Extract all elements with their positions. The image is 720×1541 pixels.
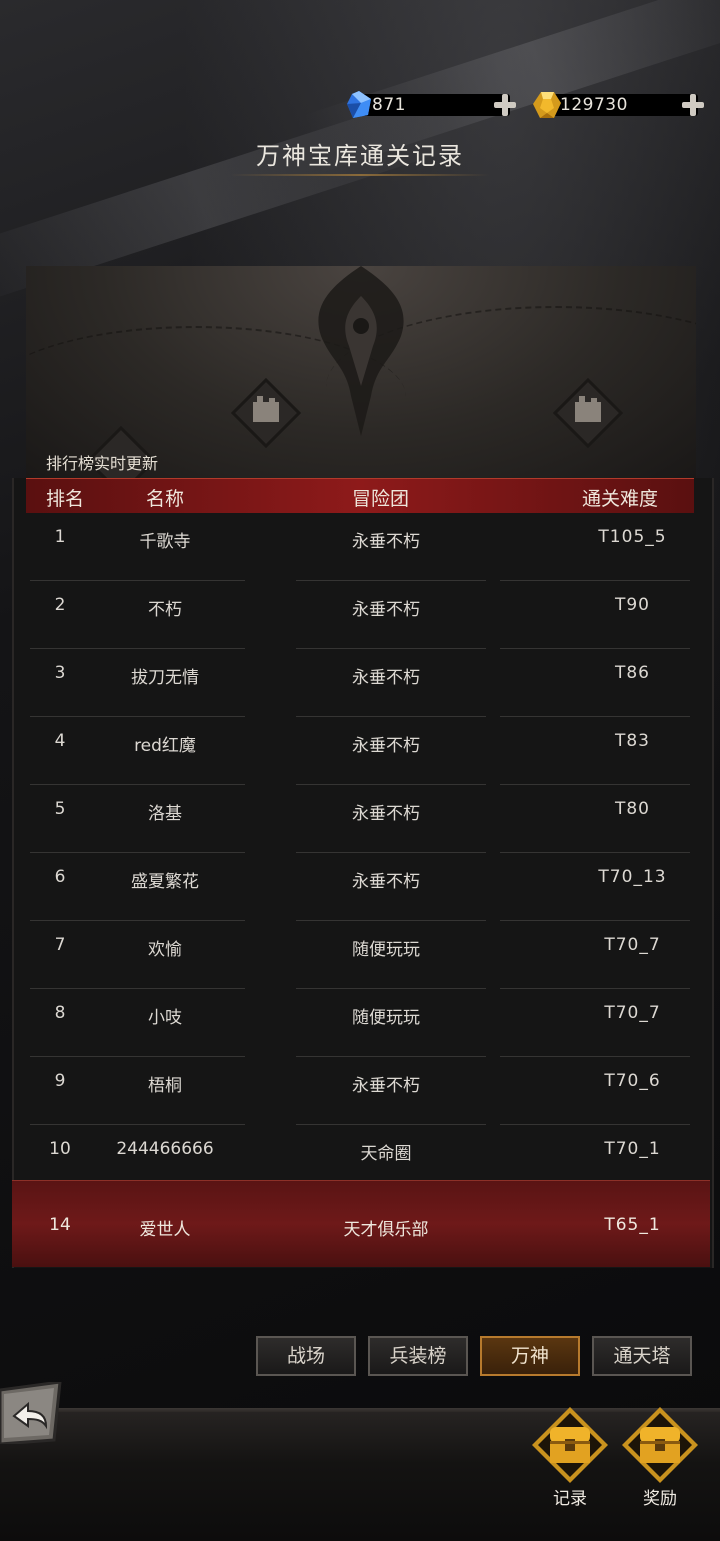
guild-cell: 天命圈 [360,1144,412,1164]
header-rank: 排名 [46,488,85,510]
tab-battlefield[interactable]: 战场 [256,1336,356,1376]
rank-cell: 2 [54,595,66,615]
table-row: 4 red红魔 永垂不朽 T83 [30,717,690,785]
rank-cell: 5 [54,799,66,819]
shrine-icon [231,378,301,448]
difficulty-cell: T105_5 [598,527,667,547]
table-row: 7 欢愉 随便玩玩 T70_7 [30,921,690,989]
reward-label: 奖励 [643,1489,677,1509]
ornament-crest [318,266,404,436]
tab-equipment-rank[interactable]: 兵装榜 [368,1336,468,1376]
rank-cell: 7 [54,935,66,955]
rank-cell: 4 [54,731,66,751]
treasure-chest-icon[interactable] [530,1405,610,1485]
rank-cell: 6 [54,867,66,887]
name-cell: 洛基 [148,804,182,824]
guild-cell: 永垂不朽 [352,736,420,756]
guild-cell: 永垂不朽 [352,668,420,688]
treasure-chest-icon[interactable] [620,1405,700,1485]
my-difficulty: T65_1 [604,1215,661,1235]
difficulty-cell: T86 [614,663,651,683]
header-name: 名称 [146,488,185,510]
difficulty-cell: T70_1 [604,1139,661,1159]
my-name: 爱世人 [139,1220,191,1240]
table-header: 排名 名称 冒险团 通关难度 [26,478,694,513]
my-guild: 天才俱乐部 [343,1220,429,1240]
guild-cell: 永垂不朽 [352,804,420,824]
table-row: 2 不朽 永垂不朽 T90 [30,581,690,649]
name-cell: 不朽 [148,600,182,620]
guild-cell: 永垂不朽 [352,600,420,620]
table-row: 5 洛基 永垂不朽 T80 [30,785,690,853]
header-difficulty: 通关难度 [582,488,659,510]
my-rank: 14 [49,1215,71,1235]
bottom-bar [0,1412,720,1541]
guild-cell: 随便玩玩 [352,940,420,960]
gem-counter: 871 [344,90,520,120]
rank-cell: 1 [54,527,66,547]
rank-cell: 10 [49,1139,71,1159]
table-row: 6 盛夏繁花 永垂不朽 T70_13 [30,853,690,921]
gold-crystal-icon [533,92,561,118]
header-guild: 冒险团 [352,488,410,510]
back-arrow-icon[interactable] [0,1382,64,1444]
leaderboard-subtitle: 排行榜实时更新 [46,454,159,473]
tab-tower[interactable]: 通天塔 [592,1336,692,1376]
difficulty-cell: T70_7 [604,1003,661,1023]
name-cell: 梧桐 [148,1076,182,1096]
name-cell: red红魔 [134,736,196,756]
add-gold-button[interactable] [680,92,706,118]
name-cell: 拔刀无情 [131,668,199,688]
rank-cell: 9 [54,1071,66,1091]
table-row: 3 拔刀无情 永垂不朽 T86 [30,649,690,717]
table-row: 9 梧桐 永垂不朽 T70_6 [30,1057,690,1125]
rank-cell: 8 [54,1003,66,1023]
name-cell: 欢愉 [148,940,182,960]
name-cell: 244466666 [116,1139,214,1159]
tab-pantheon[interactable]: 万神 [480,1336,580,1376]
difficulty-cell: T80 [614,799,651,819]
name-cell: 小吱 [148,1008,182,1028]
name-cell: 盛夏繁花 [131,872,199,892]
gold-counter: 129730 [532,90,712,120]
difficulty-cell: T70_7 [604,935,661,955]
name-cell: 千歌寺 [139,532,191,552]
blue-crystal-icon [347,91,371,118]
banner-art [26,266,696,478]
difficulty-cell: T70_6 [604,1071,661,1091]
my-rank-row: 14 爱世人 天才俱乐部 T65_1 [12,1180,710,1267]
rank-cell: 3 [54,663,66,683]
page-title: 万神宝库通关记录 [256,142,464,170]
shrine-icon [553,378,623,448]
guild-cell: 永垂不朽 [352,532,420,552]
record-label: 记录 [553,1489,587,1509]
table-row: 8 小吱 随便玩玩 T70_7 [30,989,690,1057]
title-underline [230,174,490,176]
difficulty-cell: T90 [614,595,651,615]
add-gems-button[interactable] [492,92,518,118]
gold-amount: 129730 [560,95,628,115]
table-row: 1 千歌寺 永垂不朽 T105_5 [30,513,690,581]
guild-cell: 随便玩玩 [352,1008,420,1028]
guild-cell: 永垂不朽 [352,872,420,892]
guild-cell: 永垂不朽 [352,1076,420,1096]
difficulty-cell: T70_13 [598,867,667,887]
gem-amount: 871 [372,95,406,115]
difficulty-cell: T83 [614,731,651,751]
